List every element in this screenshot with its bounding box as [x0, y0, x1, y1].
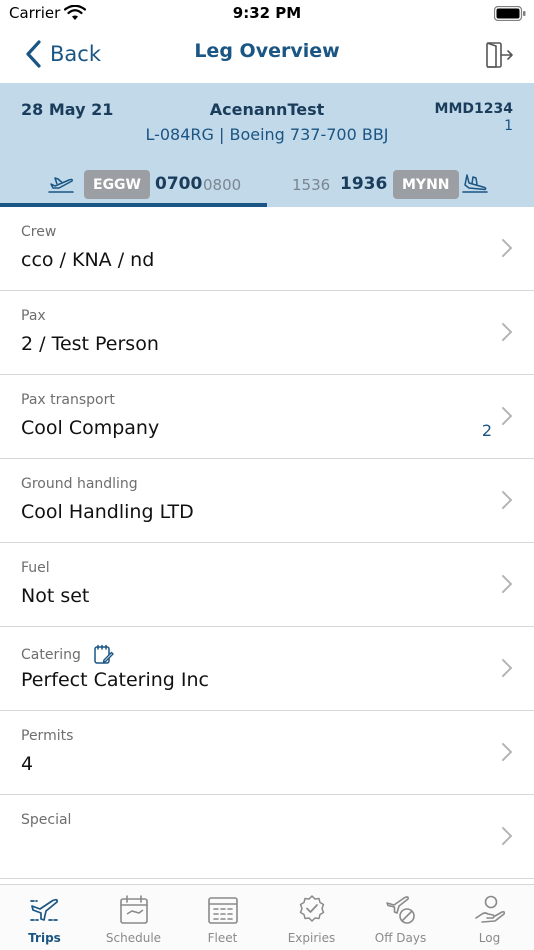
tab-label: Fleet [207, 931, 238, 945]
fleet-board-icon [207, 897, 238, 924]
list-item-fuel[interactable]: Fuel Not set [0, 543, 534, 627]
item-value: Perfect Catering Inc [21, 669, 209, 691]
item-value: Not set [21, 585, 90, 607]
landing-icon [462, 174, 488, 193]
item-title: Pax [21, 308, 46, 324]
tab-bar: Trips Schedule Fleet Expiries Off Days L… [0, 884, 534, 950]
chevron-right-icon [502, 239, 512, 257]
chevron-left-icon [26, 40, 41, 68]
plane-off-icon [385, 896, 415, 924]
badge-check-icon [299, 895, 324, 922]
list-item-ground-handling[interactable]: Ground handling Cool Handling LTD [0, 459, 534, 543]
plane-route-icon [29, 898, 60, 921]
item-title: Special [21, 812, 72, 828]
list-item-crew[interactable]: Crew cco / KNA / nd [0, 207, 534, 291]
navigation-bar: Back Leg Overview [0, 28, 534, 83]
item-title: Crew [21, 224, 57, 240]
item-title: Pax transport [21, 392, 115, 408]
tab-label: Schedule [105, 931, 162, 945]
tab-log[interactable]: Log [445, 885, 534, 950]
chevron-right-icon [502, 575, 512, 593]
takeoff-icon [48, 177, 74, 193]
list-item-pax[interactable]: Pax 2 / Test Person [0, 291, 534, 375]
item-title: Fuel [21, 560, 50, 576]
route-row: EGGW 0700 0800 1536 1936 MYNN [0, 169, 534, 199]
arrival-time-scheduled: 1536 [292, 176, 331, 194]
chevron-right-icon [502, 491, 512, 509]
item-value: Cool Company [21, 417, 160, 439]
tab-off-days[interactable]: Off Days [356, 885, 445, 950]
leg-header: 28 May 21 AcenannTest L-084RG | Boeing 7… [0, 83, 534, 207]
tab-expiries[interactable]: Expiries [267, 885, 356, 950]
back-button[interactable]: Back [24, 38, 101, 70]
item-value: Cool Handling LTD [21, 501, 194, 523]
item-value: cco / KNA / nd [21, 249, 155, 271]
count-badge: 2 [481, 421, 492, 440]
tab-fleet[interactable]: Fleet [178, 885, 267, 950]
leg-detail-list: Crew cco / KNA / nd Pax 2 / Test Person … [0, 207, 534, 879]
list-item-pax-transport[interactable]: Pax transport Cool Company 2 [0, 375, 534, 459]
tab-label: Trips [28, 931, 61, 945]
tab-label: Log [478, 931, 501, 945]
back-label: Back [50, 42, 101, 66]
status-bar: Carrier 9:32 PM [0, 0, 534, 28]
tab-label: Off Days [374, 931, 427, 945]
departure-airport-badge: EGGW [84, 170, 150, 199]
person-hand-icon [474, 895, 505, 923]
clock: 9:32 PM [232, 4, 302, 22]
tab-schedule[interactable]: Schedule [89, 885, 178, 950]
trip-number: 1 [504, 118, 513, 134]
departure-time-scheduled: 0800 [203, 176, 242, 194]
tab-label: Expiries [287, 931, 336, 945]
chevron-right-icon [502, 323, 512, 341]
item-title-row: Catering [21, 644, 114, 665]
trip-code: MMD1234 [434, 101, 513, 117]
battery-icon [494, 6, 526, 21]
list-item-special[interactable]: Special [0, 795, 534, 879]
item-title: Catering [21, 646, 81, 663]
item-value: 2 / Test Person [21, 333, 159, 355]
chevron-right-icon [502, 407, 512, 425]
tab-trips[interactable]: Trips [0, 885, 89, 950]
departure-time-actual: 0700 [155, 174, 203, 194]
arrival-airport-badge: MYNN [393, 170, 459, 199]
list-item-permits[interactable]: Permits 4 [0, 711, 534, 795]
leg-aircraft: L-084RG | Boeing 737-700 BBJ [145, 125, 389, 144]
chevron-right-icon [502, 743, 512, 761]
item-value: 4 [21, 753, 34, 775]
calendar-icon [119, 895, 148, 924]
list-item-catering[interactable]: Catering Perfect Catering Inc [0, 627, 534, 711]
item-title: Ground handling [21, 476, 138, 492]
chevron-right-icon [502, 659, 512, 677]
chevron-right-icon [502, 827, 512, 845]
door-exit-icon[interactable] [484, 40, 514, 70]
item-title: Permits [21, 728, 74, 744]
notes-edit-icon [94, 644, 114, 664]
arrival-time-actual: 1936 [340, 174, 388, 194]
